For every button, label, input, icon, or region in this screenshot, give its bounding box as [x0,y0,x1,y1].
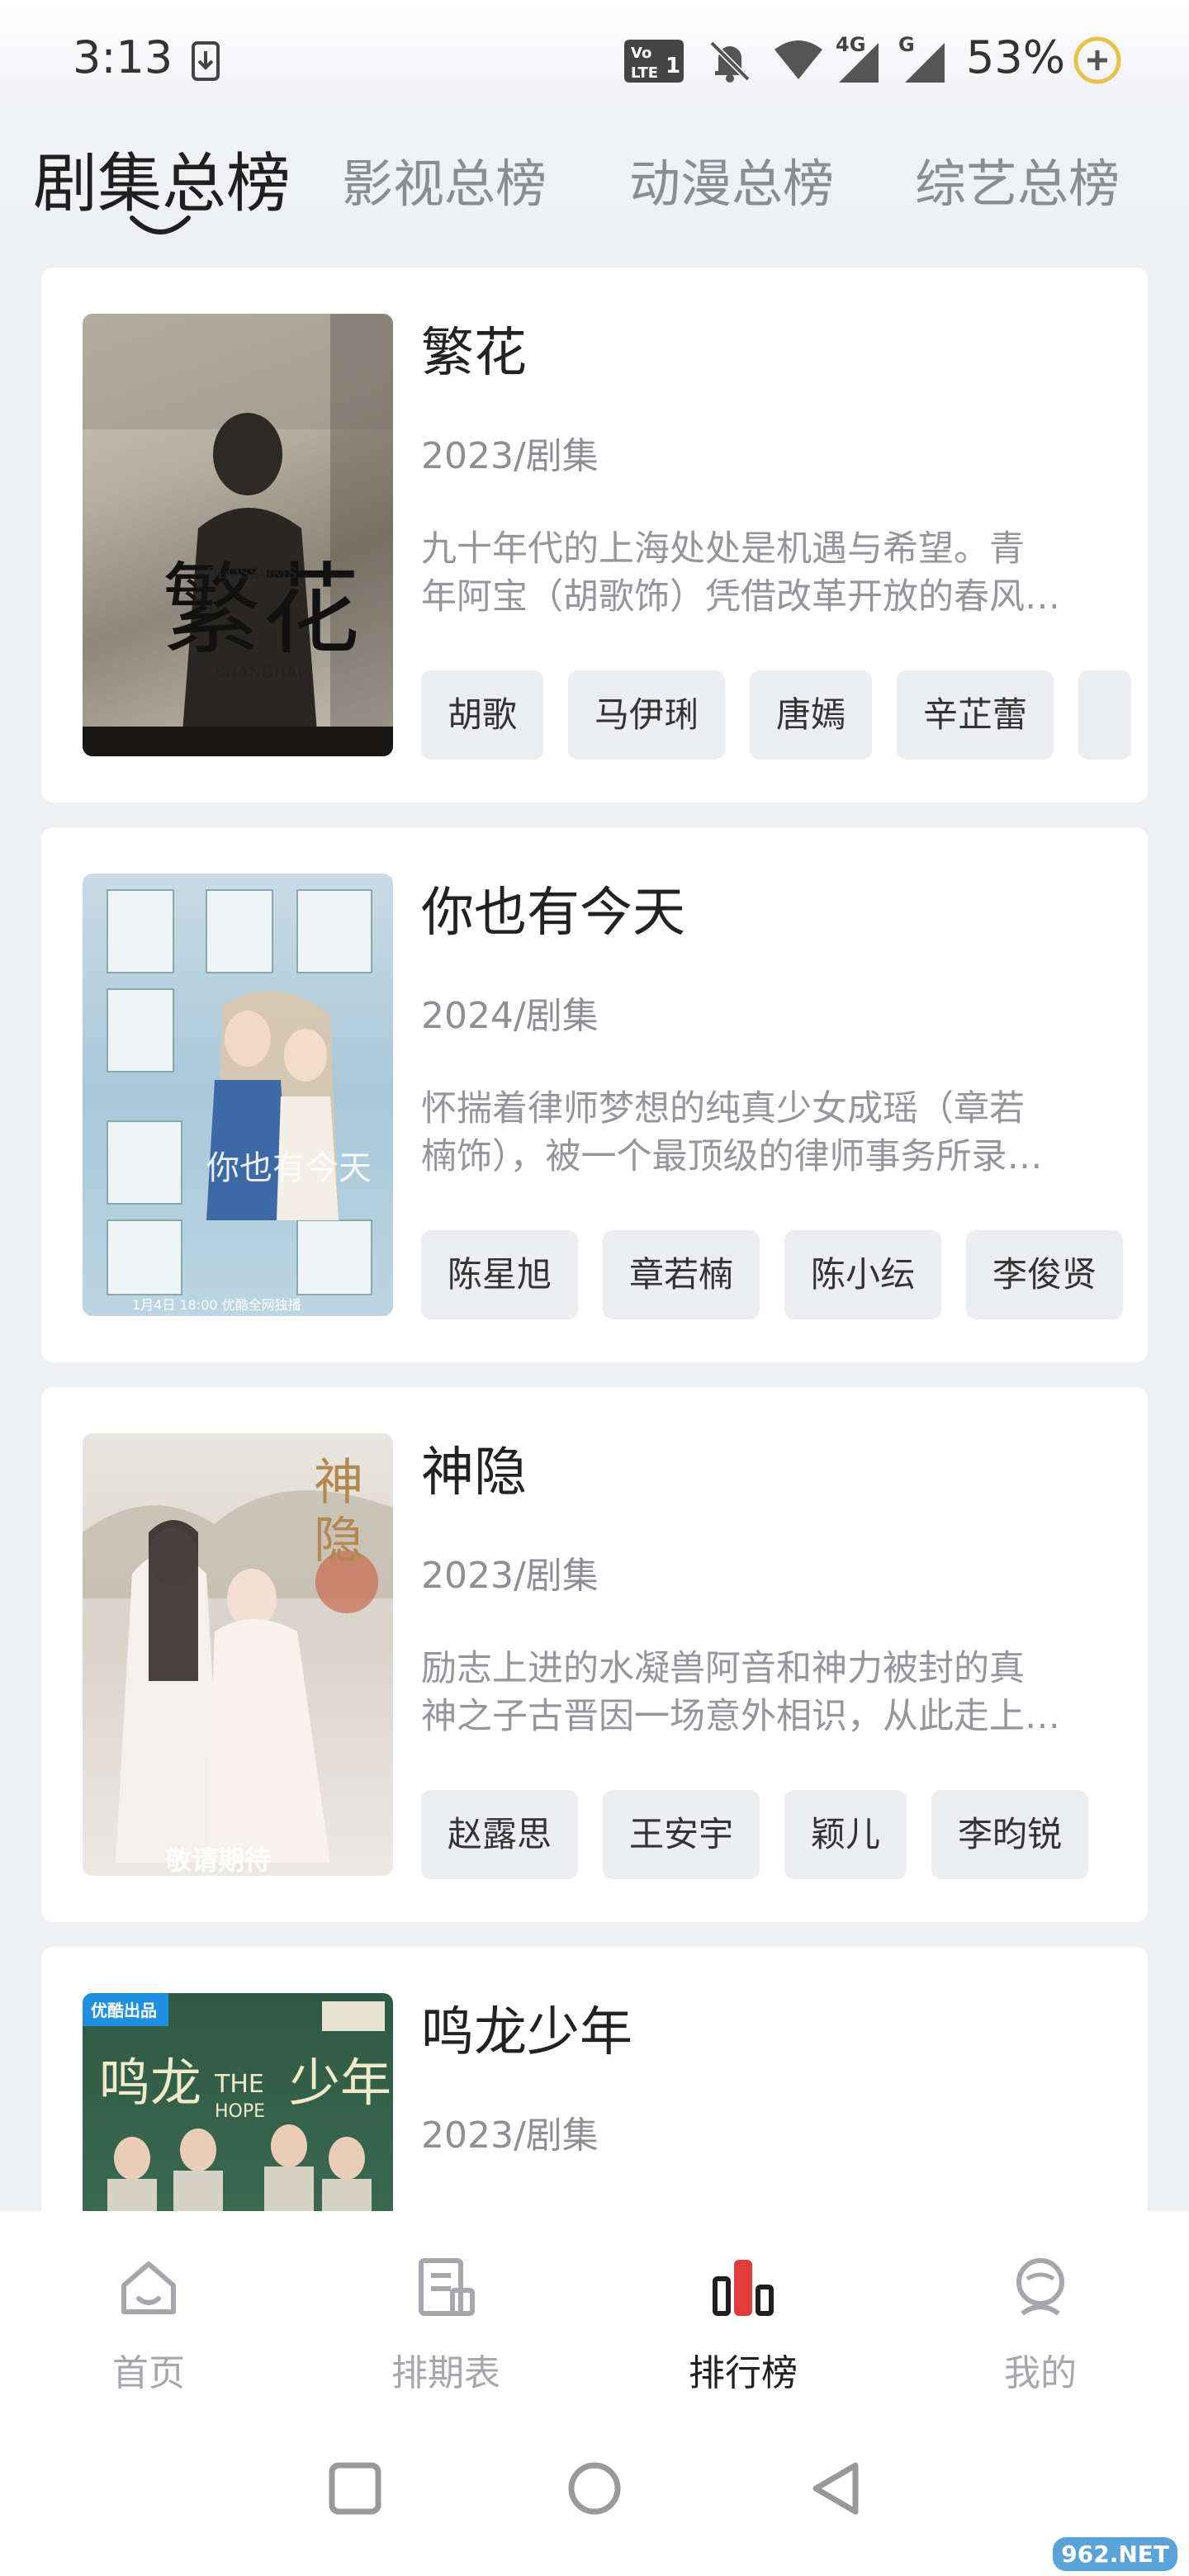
volte-icon: Vo LTE 1 [624,40,684,83]
poster-image: 繁花 BLOSSOMS SHANGHAI [83,314,393,756]
ranking-icon [713,2260,774,2316]
tab-drama-ranking[interactable]: 剧集总榜 [33,132,291,225]
profile-icon [1016,2258,1064,2316]
cast-tags: 胡歌 马伊琍 唐嫣 辛芷蕾 [421,670,1148,760]
svg-text:SHANGHAI: SHANGHAI [215,664,303,681]
recent-apps-icon[interactable] [329,2462,381,2515]
nav-ranking[interactable]: 排行榜 [594,2211,892,2426]
svg-text:你也有今天: 你也有今天 [206,1149,372,1187]
drama-year: 2024/剧集 [421,995,599,1037]
svg-text:神: 神 [314,1454,363,1512]
cast-tags: 赵露思 王安宇 颖儿 李昀锐 [421,1790,1148,1879]
tab-anime-ranking[interactable]: 动漫总榜 [629,142,834,216]
cast-tag[interactable]: 陈小纭 [784,1230,942,1319]
drama-year: 2023/剧集 [421,2114,599,2157]
nav-schedule[interactable]: 排期表 [297,2211,594,2426]
svg-text:隐: 隐 [314,1512,363,1570]
battery-saver-icon [1073,36,1121,84]
system-navigation-bar: 962.NET [0,2426,1189,2576]
status-bar: 3:13 Vo LTE 1 4G G 53% [0,0,1189,116]
mute-bell-icon [709,40,751,83]
nav-home[interactable]: 首页 [0,2211,297,2426]
drama-year: 2023/剧集 [421,435,599,477]
tab-film-ranking[interactable]: 影视总榜 [342,142,547,216]
nav-home-label: 首页 [112,2352,185,2394]
cast-tag[interactable]: 唐嫣 [750,670,873,760]
svg-text:优酷出品: 优酷出品 [91,2001,157,2020]
poster-image: 神 隐 敬请期待 [83,1433,393,1876]
cast-tag[interactable]: 辛芷蕾 [897,670,1054,760]
drama-card[interactable]: 繁花 BLOSSOMS SHANGHAI 繁花 2023/剧集 九十年代的上海处… [41,268,1148,803]
drama-title: 你也有今天 [421,883,685,944]
wifi-icon [775,40,822,79]
download-icon [192,41,220,81]
nav-schedule-label: 排期表 [391,2352,500,2394]
svg-text:1月4日 18:00 优酷全网独播: 1月4日 18:00 优酷全网独播 [132,1297,301,1313]
schedule-icon [419,2258,475,2316]
cast-tag[interactable]: 章若楠 [603,1230,760,1319]
status-time: 3:13 [73,31,173,83]
battery-percent: 53% [966,31,1066,83]
signal-icon-2 [905,43,945,83]
watermark-logo: 962.NET [1053,2537,1177,2571]
cast-tag[interactable]: 赵露思 [421,1790,579,1879]
drama-title: 鸣龙少年 [421,2002,632,2063]
drama-description: 九十年代的上海处处是机遇与希望。青 年阿宝（胡歌饰）凭借改革开放的春风… [421,528,1060,618]
home-button-icon[interactable] [566,2460,623,2517]
poster-image: 你也有今天 1月4日 18:00 优酷全网独播 [83,874,393,1316]
cast-tag[interactable]: 李俊贤 [966,1230,1124,1319]
drama-description: 怀揣着律师梦想的纯真少女成瑶（章若 楠饰），被一个最顶级的律师事务所录… [421,1088,1043,1177]
drama-year: 2023/剧集 [421,1555,599,1597]
svg-text:THE: THE [214,2070,264,2099]
signal-icon-1 [839,43,879,83]
svg-text:LTE: LTE [631,64,658,82]
svg-text:HOPE: HOPE [215,2101,265,2122]
nav-profile-label: 我的 [1004,2352,1077,2394]
cast-tag-overflow[interactable] [1078,670,1132,760]
svg-text:少年: 少年 [289,2053,391,2113]
svg-text:BLOSSOMS: BLOSSOMS [206,565,297,582]
tab-variety-ranking[interactable]: 综艺总榜 [915,142,1120,216]
active-tab-indicator [130,215,191,234]
drama-title: 繁花 [421,323,527,384]
bottom-navigation: 首页 排期表 排行榜 我的 [0,2211,1189,2426]
home-icon [121,2261,176,2314]
nav-ranking-label: 排行榜 [689,2352,798,2394]
drama-card[interactable]: 你也有今天 1月4日 18:00 优酷全网独播 你也有今天 2024/剧集 怀揣… [41,827,1148,1362]
cast-tag[interactable]: 李昀锐 [931,1790,1089,1879]
ranking-tabs: 剧集总榜 影视总榜 动漫总榜 综艺总榜 [0,132,1189,239]
cast-tag[interactable]: 胡歌 [421,670,544,760]
svg-text:鸣龙: 鸣龙 [99,2053,201,2113]
cast-tag[interactable]: 王安宇 [603,1790,760,1879]
cast-tag[interactable]: 陈星旭 [421,1230,579,1319]
drama-description: 励志上进的水凝兽阿音和神力被封的真 神之子古晋因一场意外相识，从此走上… [421,1648,1060,1737]
cast-tag[interactable]: 颖儿 [784,1790,907,1879]
cast-tags: 陈星旭 章若楠 陈小纭 李俊贤 [421,1230,1148,1319]
cast-tag[interactable]: 马伊琍 [568,670,726,760]
svg-text:Vo: Vo [631,45,651,62]
nav-profile[interactable]: 我的 [892,2211,1189,2426]
drama-card[interactable]: 神 隐 敬请期待 神隐 2023/剧集 励志上进的水凝兽阿音和神力被封的真 神之… [41,1387,1148,1922]
svg-text:1: 1 [666,54,680,78]
back-icon[interactable] [809,2460,862,2517]
drama-title: 神隐 [421,1442,527,1503]
svg-text:敬请期待: 敬请期待 [164,1844,271,1876]
